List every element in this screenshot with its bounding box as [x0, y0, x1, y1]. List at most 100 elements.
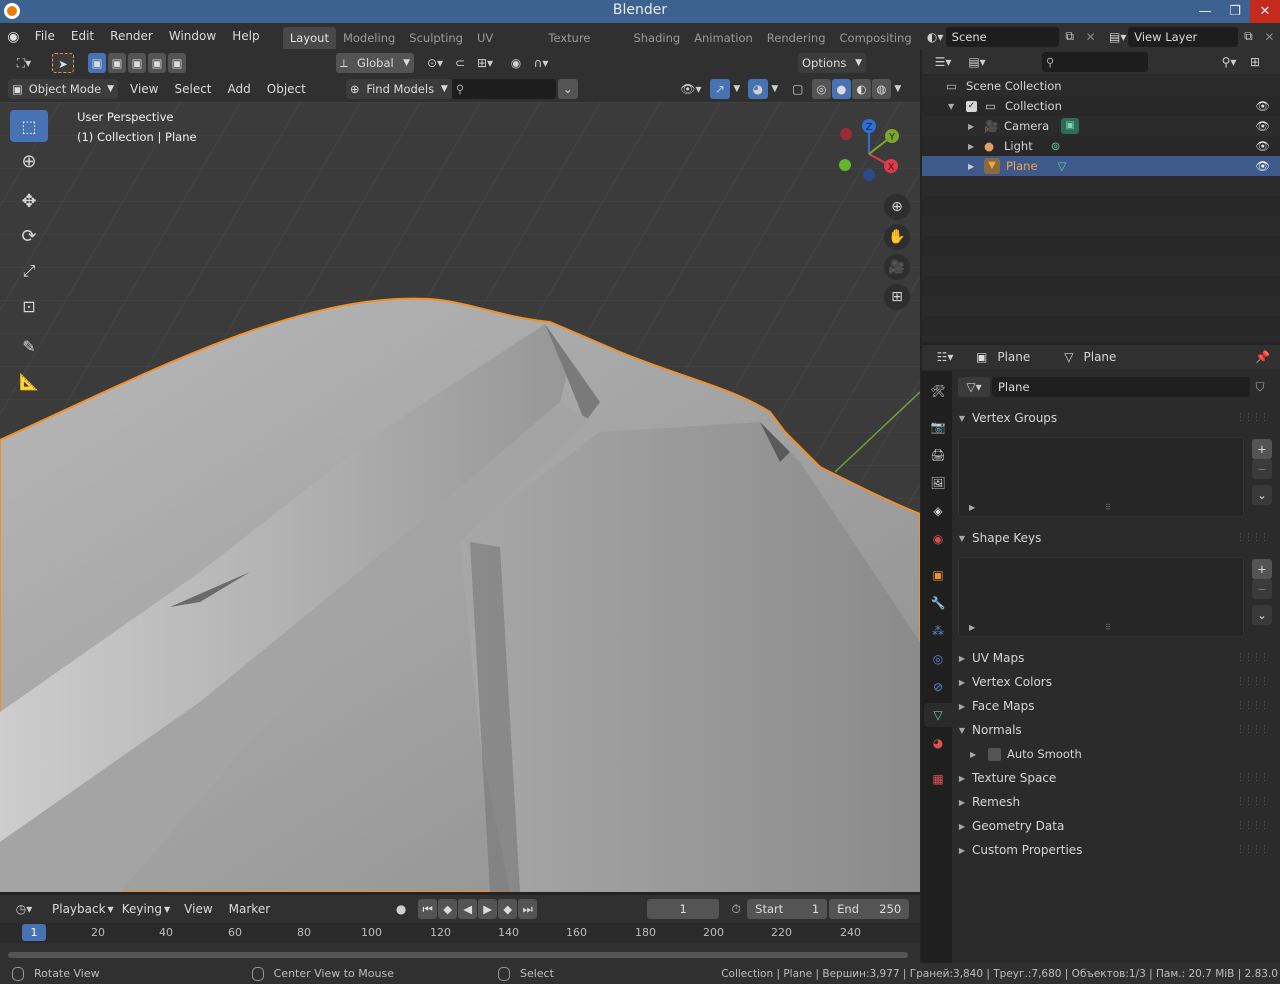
view-layer-remove-icon[interactable]: ✕	[1259, 27, 1280, 47]
shading-solid-icon[interactable]: ●	[831, 79, 851, 99]
tab-tool[interactable]: 🛠	[924, 379, 952, 403]
scale-tool[interactable]: ⤢	[10, 255, 48, 287]
find-models-dropdown[interactable]: ⊕ Find Models ▼	[345, 79, 452, 99]
new-collection-icon[interactable]: ⊞	[1244, 52, 1266, 72]
shape-key-add-button[interactable]: +	[1252, 559, 1272, 579]
properties-editor-type-icon[interactable]: ☷▾	[930, 347, 960, 367]
navigation-gizmo[interactable]: Z X Y	[835, 116, 905, 186]
outliner-row-light[interactable]: ▶ ● Light ⊚ 👁	[922, 136, 1280, 156]
panel-vertex-colors[interactable]: ▶ Vertex Colors ⋮⋮⋮⋮	[954, 670, 1276, 694]
close-button[interactable]: ✕	[1250, 0, 1280, 23]
shading-material-icon[interactable]: ◐	[851, 79, 871, 99]
expand-triangle-icon[interactable]: ▶	[968, 162, 978, 171]
shape-keys-list[interactable]: ▶ ⠿	[958, 557, 1244, 637]
scene-browse-icon[interactable]: ◐▾	[925, 27, 946, 47]
timeline-editor-type-icon[interactable]: ◷▾	[8, 899, 40, 919]
drag-grip-icon[interactable]: ⋮⋮⋮⋮	[1236, 797, 1269, 807]
panel-shape-keys[interactable]: ▼ Shape Keys ⋮⋮⋮⋮	[954, 526, 1276, 550]
list-resize-grip-icon[interactable]: ⠿	[1105, 623, 1111, 632]
outliner-search-field[interactable]: ⚲	[1042, 52, 1148, 72]
collection-checkbox[interactable]: ✓	[966, 100, 977, 112]
eye-icon[interactable]: 👁	[1255, 139, 1270, 153]
proportional-editing-icon[interactable]: ◉	[506, 53, 526, 73]
view-layer-copy-icon[interactable]: ⧉	[1238, 27, 1259, 47]
search-dropdown-button[interactable]: ⌄	[557, 79, 578, 99]
select-mode-difference-icon[interactable]: ▣	[148, 53, 166, 73]
drag-grip-icon[interactable]: ⋮⋮⋮⋮	[1236, 725, 1269, 735]
outliner-row-plane[interactable]: ▶ ▼ Plane ▽ 👁	[922, 156, 1280, 176]
auto-smooth-row[interactable]: ▶ Auto Smooth	[970, 743, 1270, 765]
snap-target-icon[interactable]: ⊞▾	[470, 53, 500, 73]
light-data-icon[interactable]: ⊚	[1051, 139, 1065, 153]
end-frame-field[interactable]: End 250	[829, 899, 910, 919]
tab-uv-editing[interactable]: UV Editing	[470, 27, 541, 67]
overlays-dropdown-icon[interactable]: ▼	[768, 79, 782, 99]
menu-edit[interactable]: Edit	[63, 23, 102, 50]
gizmo-dropdown-icon[interactable]: ▼	[730, 79, 744, 99]
shape-key-remove-button[interactable]: −	[1252, 579, 1272, 599]
select-box-tool[interactable]: ⬚	[10, 110, 48, 142]
visibility-icon[interactable]: 👁▾	[676, 79, 706, 99]
play-reverse-icon[interactable]: ◀	[458, 899, 478, 919]
tab-modeling[interactable]: Modeling	[336, 27, 402, 49]
tab-texture-paint[interactable]: Texture Paint	[541, 27, 626, 67]
scene-field[interactable]: Scene	[945, 26, 1060, 47]
outliner-row-camera[interactable]: ▶ 🎥 Camera ▣ 👁	[922, 116, 1280, 136]
select-tool-icon[interactable]: ➤	[52, 53, 74, 73]
select-mode-subtract-icon[interactable]: ▣	[128, 53, 146, 73]
fake-user-shield-icon[interactable]: ⛉	[1250, 377, 1270, 397]
vp-menu-select[interactable]: Select	[166, 76, 219, 103]
outliner-editor-type-icon[interactable]: ☰▾	[928, 52, 958, 72]
drag-grip-icon[interactable]: ⋮⋮⋮⋮	[1236, 701, 1269, 711]
rotate-tool[interactable]: ⟳	[10, 220, 48, 252]
stopwatch-icon[interactable]: ⏱	[725, 899, 747, 919]
panel-normals[interactable]: ▼ Normals ⋮⋮⋮⋮	[954, 718, 1276, 742]
annotate-tool[interactable]: ✎	[10, 330, 48, 362]
drag-grip-icon[interactable]: ⋮⋮⋮⋮	[1236, 413, 1269, 423]
measure-tool[interactable]: 📐	[10, 365, 48, 397]
next-keyframe-icon[interactable]: ◆	[498, 899, 518, 919]
ortho-toggle-icon[interactable]: ⊞	[884, 284, 910, 310]
shading-rendered-icon[interactable]: ◍	[871, 79, 891, 99]
camera-view-icon[interactable]: 🎥	[884, 254, 910, 280]
tab-shading[interactable]: Shading	[626, 27, 687, 49]
scene-remove-icon[interactable]: ✕	[1080, 27, 1101, 47]
3d-viewport[interactable]: ⬚ ⊕ ✥ ⟳ ⤢ ⊡ ✎ 📐 User Perspective (1) Col…	[0, 102, 920, 892]
editor-type-icon[interactable]: ⛶▾	[8, 53, 40, 73]
tab-mesh-data[interactable]: ▽	[924, 703, 952, 727]
panel-custom-properties[interactable]: ▶ Custom Properties ⋮⋮⋮⋮	[954, 838, 1276, 862]
options-dropdown[interactable]: Options ▼	[798, 53, 866, 73]
menu-window[interactable]: Window	[161, 23, 224, 50]
drag-grip-icon[interactable]: ⋮⋮⋮⋮	[1236, 845, 1269, 855]
shading-wireframe-icon[interactable]: ◎	[811, 79, 831, 99]
transform-tool[interactable]: ⊡	[10, 290, 48, 322]
eye-icon[interactable]: 👁	[1255, 99, 1270, 113]
timeline-menu-marker[interactable]: Marker	[221, 896, 278, 923]
tab-object[interactable]: ▣	[924, 563, 952, 587]
play-icon[interactable]: ▶	[478, 899, 498, 919]
zoom-icon[interactable]: ⊕	[884, 194, 910, 220]
tab-world[interactable]: ◉	[924, 527, 952, 551]
jump-end-icon[interactable]: ⏭	[518, 899, 538, 919]
vertex-group-add-button[interactable]: +	[1252, 439, 1272, 459]
drag-grip-icon[interactable]: ⋮⋮⋮⋮	[1236, 773, 1269, 783]
expand-triangle-icon[interactable]: ▶	[968, 142, 978, 151]
display-mode-icon[interactable]: ▤▾	[962, 52, 992, 72]
menu-file[interactable]: File	[27, 23, 63, 50]
drag-grip-icon[interactable]: ⋮⋮⋮⋮	[1236, 533, 1269, 543]
tab-animation[interactable]: Animation	[687, 27, 760, 49]
eye-icon[interactable]: 👁	[1255, 119, 1270, 133]
tab-sculpting[interactable]: Sculpting	[402, 27, 470, 49]
view-layer-field[interactable]: View Layer	[1128, 26, 1238, 47]
panel-vertex-groups[interactable]: ▼ Vertex Groups ⋮⋮⋮⋮	[954, 406, 1276, 430]
mesh-data-icon[interactable]: ▽	[1058, 159, 1072, 173]
tab-view-layer[interactable]: 🖼	[924, 471, 952, 495]
timeline-menu-keying[interactable]: Keying	[114, 896, 170, 923]
camera-data-icon[interactable]: ▣	[1061, 118, 1080, 134]
timeline-scrollbar[interactable]	[8, 952, 908, 958]
tab-texture[interactable]: ▦	[924, 767, 952, 791]
tab-physics[interactable]: ◎	[924, 647, 952, 671]
tab-output[interactable]: 🖨	[924, 443, 952, 467]
vertex-groups-list[interactable]: ▶ ⠿	[958, 437, 1244, 517]
tab-material[interactable]: ◕	[924, 731, 952, 755]
